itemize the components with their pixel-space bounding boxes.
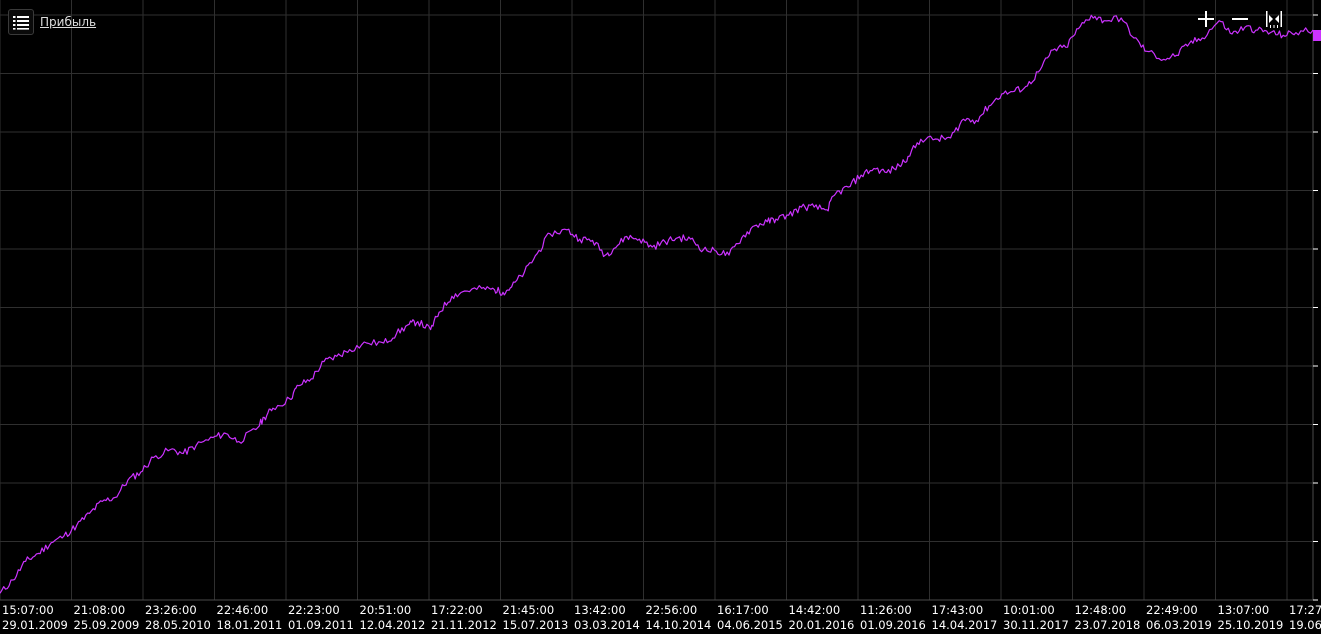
x-tick-time: 14:42:00 (789, 603, 841, 617)
x-tick-time: 10:01:00 (1003, 603, 1055, 617)
plus-icon (1198, 11, 1214, 27)
x-tick-time: 22:56:00 (646, 603, 698, 617)
x-tick-date: 01.09.2016 (860, 618, 926, 632)
plot-background (0, 0, 1321, 634)
legend-series-label[interactable]: Прибыль (40, 15, 96, 29)
x-tick-date: 30.11.2017 (1003, 618, 1069, 632)
x-tick-time: 21:45:00 (503, 603, 555, 617)
x-tick-time: 12:48:00 (1075, 603, 1127, 617)
x-tick-time: 21:08:00 (74, 603, 126, 617)
minus-icon (1232, 18, 1248, 20)
x-tick-time: 13:07:00 (1218, 603, 1270, 617)
fit-width-icon (1266, 11, 1282, 28)
x-tick-time: 22:49:00 (1146, 603, 1198, 617)
profit-chart[interactable]: 15:07:0029.01.2009 21:08:0025.09.2009 23:2… (0, 0, 1321, 634)
x-tick-time: 13:42:00 (574, 603, 626, 617)
x-tick-date: 18.01.2011 (217, 618, 283, 632)
legend-menu-button[interactable] (8, 9, 34, 35)
chart-toolbar (1195, 8, 1285, 30)
x-tick-date: 29.01.2009 (2, 618, 68, 632)
x-tick-time: 23:26:00 (145, 603, 197, 617)
x-tick-time: 17:22:00 (431, 603, 483, 617)
legend: Прибыль (8, 9, 96, 35)
x-tick-date: 03.03.2014 (574, 618, 640, 632)
x-tick-date: 19.06 (1289, 618, 1321, 632)
x-tick-date: 14.04.2017 (932, 618, 998, 632)
x-tick-time: 11:26:00 (860, 603, 912, 617)
x-tick-date: 25.10.2019 (1218, 618, 1284, 632)
x-tick-date: 21.11.2012 (431, 618, 497, 632)
x-tick-time: 17:27 (1289, 603, 1321, 617)
x-tick-time: 22:23:00 (288, 603, 340, 617)
x-tick-date: 04.06.2015 (717, 618, 783, 632)
list-icon (13, 16, 29, 30)
zoom-in-button[interactable] (1195, 8, 1217, 30)
x-tick-time: 16:17:00 (717, 603, 769, 617)
zoom-out-button[interactable] (1229, 8, 1251, 30)
x-tick-time: 20:51:00 (360, 603, 412, 617)
x-tick-time: 22:46:00 (217, 603, 269, 617)
x-tick-date: 06.03.2019 (1146, 618, 1212, 632)
x-tick-date: 25.09.2009 (74, 618, 140, 632)
x-tick-time: 17:43:00 (932, 603, 984, 617)
fit-button[interactable] (1263, 8, 1285, 30)
x-tick-date: 14.10.2014 (646, 618, 712, 632)
x-tick-date: 20.01.2016 (789, 618, 855, 632)
x-tick-time: 15:07:00 (2, 603, 54, 617)
x-tick-date: 15.07.2013 (503, 618, 569, 632)
x-tick-date: 12.04.2012 (360, 618, 426, 632)
current-value-marker (1313, 30, 1321, 41)
x-tick-date: 23.07.2018 (1075, 618, 1141, 632)
x-tick-date: 01.09.2011 (288, 618, 354, 632)
x-tick-date: 28.05.2010 (145, 618, 211, 632)
